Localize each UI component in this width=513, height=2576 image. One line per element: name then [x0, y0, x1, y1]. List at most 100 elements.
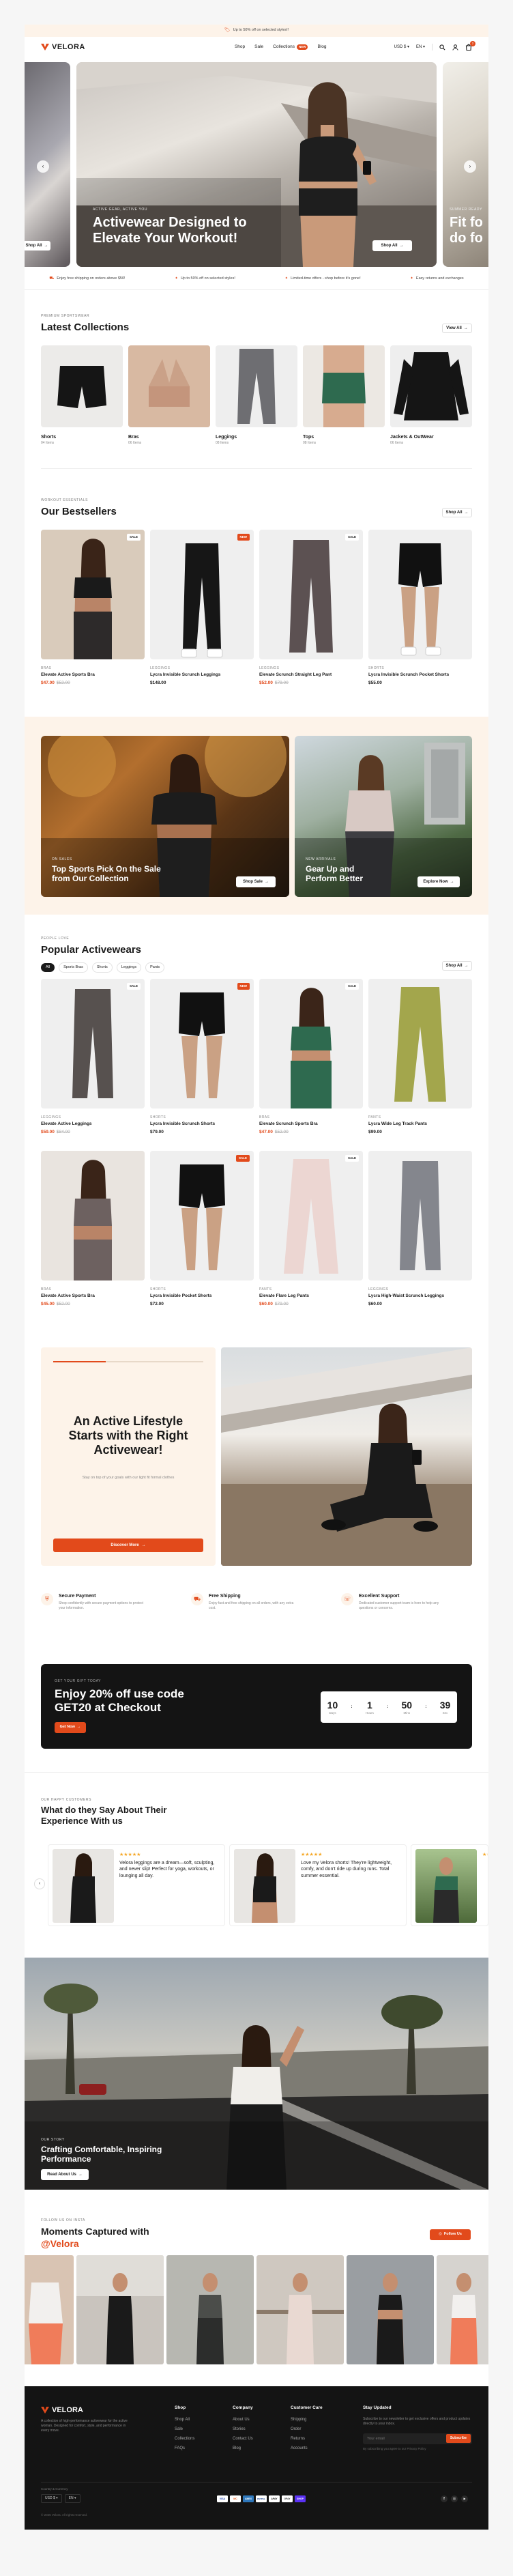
product-card-image[interactable]: SALE	[259, 1151, 363, 1280]
promo-card-new[interactable]: NEW ARRIVALS Gear Up and Perform Better …	[295, 736, 472, 897]
product-category: BRAS	[41, 1287, 52, 1291]
product-name[interactable]: Elevate Flare Leg Pants	[259, 1293, 363, 1300]
collection-card-bras[interactable]	[128, 345, 210, 427]
instagram-post[interactable]	[347, 2255, 434, 2364]
footer-link[interactable]: Stories	[233, 2427, 253, 2432]
footer-link[interactable]: Sale	[175, 2427, 194, 2432]
feature-title: Free Shipping	[209, 1594, 241, 1599]
filter-leggings[interactable]: Leggings	[116, 962, 142, 973]
carousel-prev-button[interactable]: ‹	[37, 160, 49, 173]
footer-link[interactable]: About Us	[233, 2417, 253, 2422]
instagram-post[interactable]	[76, 2255, 164, 2364]
product-name[interactable]: Lycra Invisible Pocket Shorts	[150, 1293, 254, 1300]
product-name[interactable]: Elevate Scrunch Sports Bra	[259, 1121, 363, 1128]
product-card-image[interactable]: SALE	[150, 1151, 254, 1280]
bestsellers-shop-all-button[interactable]: Shop All →	[442, 508, 472, 517]
footer-link[interactable]: Accounts	[291, 2446, 323, 2451]
product-name[interactable]: Lycra High-Waist Scrunch Leggings	[368, 1293, 472, 1300]
nav-collections-label: Collections	[273, 44, 295, 49]
site-footer: VELORA A collection of high-performance …	[25, 2386, 488, 2530]
product-name[interactable]: Lycra Invisible Scrunch Leggings	[150, 672, 254, 678]
youtube-icon[interactable]: ▶	[461, 2495, 468, 2502]
currency-select[interactable]: USD $ ▾	[394, 44, 409, 50]
user-icon[interactable]	[452, 44, 458, 51]
subscribe-button[interactable]: Subscribe	[445, 2434, 471, 2444]
discover-more-button[interactable]: Discover More →	[53, 1539, 203, 1552]
collections-view-all-button[interactable]: View All →	[442, 324, 472, 333]
nav-sale[interactable]: Sale	[254, 44, 263, 51]
email-input[interactable]	[367, 2436, 428, 2441]
logo[interactable]: VELORA	[41, 42, 85, 53]
filter-shorts[interactable]: Shorts	[91, 962, 113, 973]
hero-left-shop-button[interactable]: Shop All →	[25, 241, 50, 251]
collection-card-tops[interactable]	[303, 345, 385, 427]
product-price: $72.00	[150, 1302, 254, 1308]
footer-language-select[interactable]: EN ▾	[64, 2494, 80, 2503]
countdown-label: Hours	[365, 1711, 374, 1715]
footer-link[interactable]: Contact Us	[233, 2436, 253, 2442]
read-about-us-button[interactable]: Read About Us →	[41, 2169, 89, 2180]
product-card-image[interactable]: SALE	[259, 979, 363, 1108]
instagram-post[interactable]	[256, 2255, 344, 2364]
instagram-post[interactable]	[437, 2255, 488, 2364]
product-card-image[interactable]	[368, 979, 472, 1108]
get-now-button[interactable]: Get Now →	[55, 1722, 86, 1733]
logo-mark-icon	[41, 44, 49, 51]
promo-shop-sale-button[interactable]: Shop Sale →	[236, 876, 276, 887]
footer-link[interactable]: Returns	[291, 2436, 323, 2442]
product-card-image[interactable]: NEW	[150, 979, 254, 1108]
search-icon[interactable]	[439, 44, 445, 51]
product-card-image[interactable]: NEW	[150, 530, 254, 659]
footer-currency-select[interactable]: USD $ ▾	[41, 2494, 62, 2503]
footer-link[interactable]: Order	[291, 2427, 323, 2432]
post-image	[76, 2255, 164, 2364]
filter-sports-bras[interactable]: Sports Bras	[59, 962, 88, 973]
product-name[interactable]: Elevate Active Sports Bra	[41, 1293, 145, 1300]
footer-link[interactable]: Shipping	[291, 2417, 323, 2422]
footer-link[interactable]: Collections	[175, 2436, 194, 2442]
product-card-image[interactable]: SALE	[41, 530, 145, 659]
product-card-image[interactable]: SALE	[259, 530, 363, 659]
footer-link[interactable]: Blog	[233, 2446, 253, 2451]
product-name[interactable]: Lycra Invisible Scrunch Shorts	[150, 1121, 254, 1128]
product-name[interactable]: Elevate Scrunch Straight Leg Pant	[259, 672, 363, 678]
product-image	[74, 539, 112, 659]
collection-card-shorts[interactable]	[41, 345, 123, 427]
product-info: SHORTS Lycra Invisible Scrunch Pocket Sh…	[368, 666, 472, 686]
promo-explore-button[interactable]: Explore Now →	[417, 876, 460, 887]
footer-link[interactable]: Shop All	[175, 2417, 194, 2422]
collection-card-jackets[interactable]	[390, 345, 472, 427]
price-old: $52.00	[274, 1129, 289, 1134]
instagram-icon[interactable]: ◎	[451, 2495, 458, 2502]
filter-all[interactable]: All	[41, 963, 55, 973]
cart-button[interactable]: 2	[465, 41, 475, 51]
popular-shop-all-button[interactable]: Shop All →	[442, 961, 472, 971]
language-select[interactable]: EN ▾	[416, 44, 425, 50]
product-name[interactable]: Elevate Active Sports Bra	[41, 672, 145, 678]
product-name[interactable]: Lycra Wide Leg Track Pants	[368, 1121, 472, 1128]
nav-collections[interactable]: Collections NEW	[273, 44, 308, 51]
product-card-image[interactable]: SALE	[41, 979, 145, 1108]
product-name[interactable]: Elevate Active Leggings	[41, 1121, 145, 1128]
facebook-icon[interactable]: f	[441, 2495, 448, 2502]
filter-pants[interactable]: Pants	[145, 962, 165, 973]
footer-link[interactable]: FAQs	[175, 2446, 194, 2451]
follow-us-button[interactable]: ◎ Follow Us	[430, 2229, 471, 2240]
product-name[interactable]: Lycra Invisible Scrunch Pocket Shorts	[368, 672, 472, 678]
product-card-image[interactable]	[368, 1151, 472, 1280]
promo-button-label: Shop Sale	[242, 879, 263, 884]
product-card-image[interactable]	[368, 530, 472, 659]
collection-card-leggings[interactable]	[216, 345, 297, 427]
new-badge: NEW	[237, 534, 250, 541]
instagram-post[interactable]	[166, 2255, 254, 2364]
nav-blog[interactable]: Blog	[317, 44, 326, 51]
product-card-image[interactable]	[41, 1151, 145, 1280]
sale-badge: SALE	[345, 983, 359, 990]
instagram-post[interactable]	[25, 2255, 74, 2364]
nav-shop[interactable]: Shop	[235, 44, 245, 51]
carousel-next-button[interactable]: ›	[464, 160, 476, 173]
hero-shop-all-button[interactable]: Shop All →	[372, 240, 412, 251]
testimonial-prev-button[interactable]: ‹	[34, 1878, 45, 1889]
footer-logo[interactable]: VELORA	[41, 2405, 83, 2416]
promo-card-sale[interactable]: ON SALES Top Sports Pick On the Sale fro…	[41, 736, 289, 897]
